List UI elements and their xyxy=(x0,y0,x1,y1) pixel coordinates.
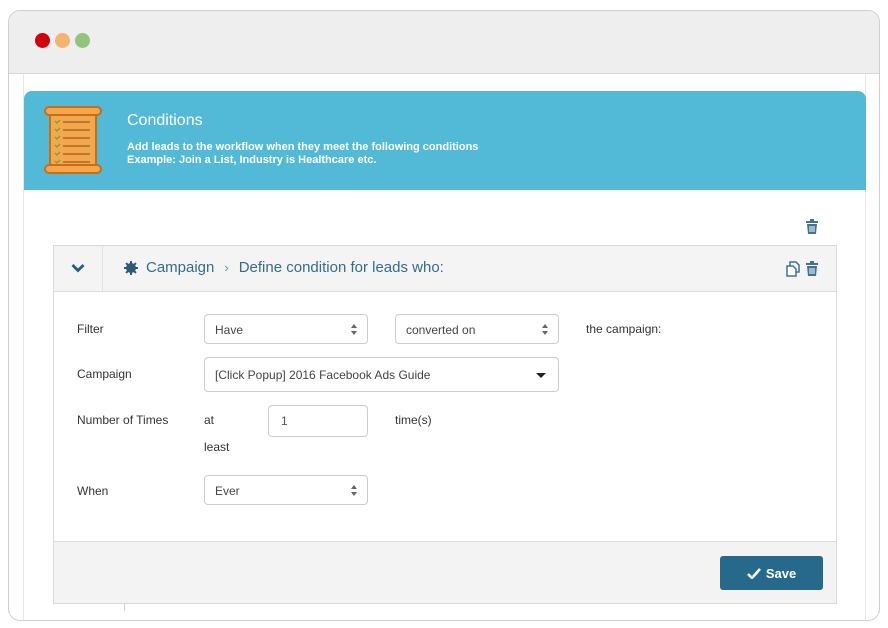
filter-action-select[interactable]: converted on xyxy=(395,314,559,344)
breadcrumb-separator: › xyxy=(224,260,229,275)
when-select[interactable]: Ever xyxy=(204,475,368,505)
copy-icon[interactable] xyxy=(786,261,801,277)
when-label: When xyxy=(77,484,109,498)
save-label: Save xyxy=(765,565,797,581)
close-window-button[interactable] xyxy=(35,33,50,48)
divider xyxy=(124,604,125,611)
filter-action-value: converted on xyxy=(406,323,476,337)
select-arrows-icon xyxy=(351,485,357,496)
collapse-toggle[interactable] xyxy=(54,246,103,291)
filter-have-value: Have xyxy=(215,323,244,337)
checkmark-icon xyxy=(746,567,761,579)
campaign-select[interactable]: [Click Popup] 2016 Facebook Ads Guide xyxy=(204,357,559,392)
select-arrows-icon xyxy=(542,324,548,335)
banner-description: Add leads to the workflow when they meet… xyxy=(127,141,478,167)
minimize-window-button[interactable] xyxy=(55,33,70,48)
condition-actions xyxy=(786,261,820,277)
banner-description-line1: Add leads to the workflow when they meet… xyxy=(127,141,479,153)
maximize-window-button[interactable] xyxy=(75,33,90,48)
filter-label: Filter xyxy=(77,322,104,336)
condition-heading: Define condition for leads who: xyxy=(238,259,444,276)
filter-have-select[interactable]: Have xyxy=(204,314,368,344)
at-label: at xyxy=(204,413,215,427)
times-input[interactable]: 1 xyxy=(268,405,368,437)
number-of-times-label: Number of Times xyxy=(77,413,169,427)
save-button[interactable]: Save xyxy=(720,556,823,590)
times-suffix: time(s) xyxy=(395,413,432,427)
delete-all-conditions-trash-icon[interactable] xyxy=(805,219,819,235)
least-label: least xyxy=(204,440,230,454)
banner-description-line2: Example: Join a List, Industry is Health… xyxy=(127,154,377,166)
browser-window: Conditions Add leads to the workflow whe… xyxy=(8,10,880,621)
title-bar xyxy=(9,11,879,74)
gear-icon xyxy=(124,260,138,275)
checklist-scroll-icon xyxy=(44,106,102,174)
select-arrows-icon xyxy=(351,324,357,335)
conditions-banner: Conditions Add leads to the workflow whe… xyxy=(24,91,866,190)
chevron-down-icon xyxy=(71,264,85,273)
campaign-label: Campaign xyxy=(77,367,132,381)
filter-suffix: the campaign: xyxy=(586,322,662,336)
caret-down-icon xyxy=(536,373,546,378)
banner-title: Conditions xyxy=(127,112,203,129)
condition-type[interactable]: Campaign xyxy=(146,259,214,276)
condition-footer: Save xyxy=(54,541,836,603)
when-value: Ever xyxy=(215,484,240,498)
at-least-label: at least xyxy=(204,413,229,454)
delete-condition-trash-icon[interactable] xyxy=(805,261,820,277)
condition-panel: Campaign › Define condition for leads wh… xyxy=(53,245,837,604)
condition-header: Campaign › Define condition for leads wh… xyxy=(54,246,836,292)
condition-breadcrumb: Campaign › Define condition for leads wh… xyxy=(124,259,444,276)
campaign-value: [Click Popup] 2016 Facebook Ads Guide xyxy=(215,368,431,382)
